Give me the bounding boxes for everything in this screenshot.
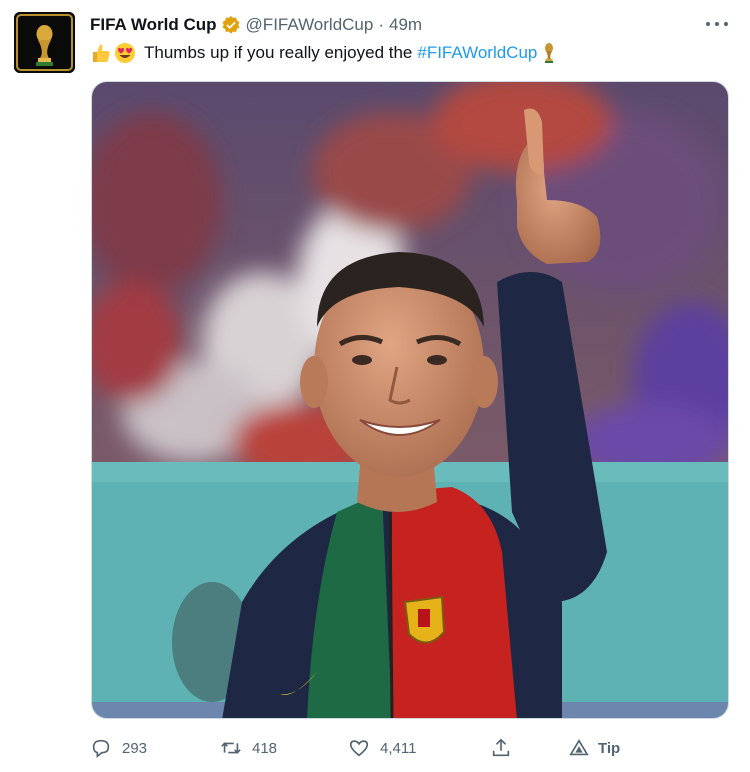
author-name[interactable]: FIFA World Cup xyxy=(90,15,217,35)
hashtag-link[interactable]: #FIFAWorldCup xyxy=(417,43,537,63)
fifa-trophy-logo xyxy=(14,12,75,73)
tweet-header: FIFA World Cup @FIFAWorldCup · 49m xyxy=(90,14,422,36)
share-button[interactable] xyxy=(490,733,522,763)
tip-label: Tip xyxy=(598,739,621,757)
trophy-emoji-icon xyxy=(545,43,554,63)
retweet-count: 418 xyxy=(252,739,278,757)
reply-button[interactable]: 293 xyxy=(90,733,147,763)
thumbs-up-emoji-icon xyxy=(93,44,110,62)
retweet-icon xyxy=(221,742,241,754)
avatar[interactable] xyxy=(14,12,75,73)
retweet-button[interactable]: 418 xyxy=(220,733,277,763)
heart-icon xyxy=(349,740,369,757)
tip-icon xyxy=(569,739,589,756)
player-thumbs-up-photo xyxy=(92,82,728,718)
reply-icon xyxy=(92,739,110,758)
tweet-actions: 293 418 4,411 Tip xyxy=(90,733,730,763)
verified-badge-icon xyxy=(222,15,240,34)
tweet-text: Thumbs up if you really enjoyed the #FIF… xyxy=(90,40,557,66)
reply-count: 293 xyxy=(122,739,148,757)
like-count: 4,411 xyxy=(380,739,417,757)
tip-button[interactable]: Tip xyxy=(568,733,620,763)
author-handle[interactable]: @FIFAWorldCup xyxy=(246,15,374,35)
tweet-text-main: Thumbs up if you really enjoyed the xyxy=(144,43,413,62)
more-options-icon[interactable] xyxy=(706,14,728,34)
tweet-timestamp[interactable]: 49m xyxy=(389,15,422,35)
heart-eyes-emoji-icon xyxy=(115,43,135,63)
like-button[interactable]: 4,411 xyxy=(348,733,416,763)
separator-dot: · xyxy=(378,15,385,34)
share-icon xyxy=(492,738,510,757)
tweet-photo[interactable] xyxy=(91,81,729,719)
